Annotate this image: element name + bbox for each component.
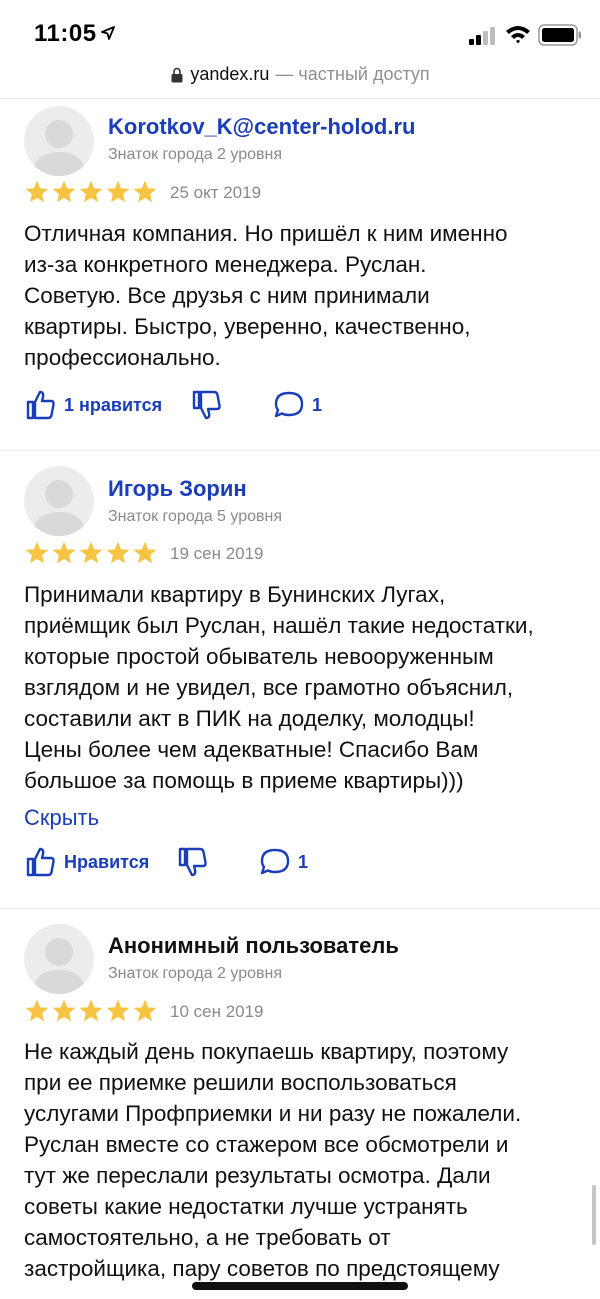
collapse-review-link[interactable]: Скрыть bbox=[24, 805, 99, 831]
wifi-icon bbox=[506, 26, 530, 44]
battery-icon bbox=[538, 24, 581, 46]
star-icon bbox=[133, 541, 157, 564]
star-icon bbox=[52, 180, 76, 203]
star-rating bbox=[24, 179, 158, 205]
review-text: Не каждый день покупаешь квартиру, поэто… bbox=[24, 1039, 522, 1281]
lock-icon bbox=[171, 67, 183, 82]
user-placeholder-icon bbox=[32, 120, 86, 176]
url-domain: yandex.ru bbox=[190, 64, 270, 84]
star-icon bbox=[25, 999, 49, 1022]
star-icon bbox=[133, 999, 157, 1022]
author-name: Анонимный пользователь bbox=[108, 933, 399, 958]
like-label: 1 нравится bbox=[64, 394, 163, 415]
user-placeholder-icon bbox=[32, 480, 86, 536]
divider bbox=[0, 98, 600, 99]
cellular-signal-icon bbox=[469, 27, 495, 45]
url-privacy-note: — частный доступ bbox=[275, 64, 430, 84]
review-actions: 1 нравится 1 bbox=[24, 388, 584, 428]
review-date: 19 сен 2019 bbox=[170, 544, 264, 563]
divider bbox=[0, 908, 600, 909]
author-level: Знаток города 5 уровня bbox=[108, 508, 283, 525]
review-text: Принимали квартиру в Бунинских Лугах, пр… bbox=[24, 582, 534, 793]
thumbs-up-icon bbox=[26, 390, 55, 420]
author-name-link[interactable]: Korotkov_K@center-holod.ru bbox=[108, 114, 415, 140]
comments-count: 1 bbox=[312, 394, 323, 415]
dislike-button[interactable] bbox=[176, 845, 210, 879]
star-icon bbox=[52, 999, 76, 1022]
review-text: Отличная компания. Но пришёл к ним именн… bbox=[24, 221, 508, 370]
review-date: 10 сен 2019 bbox=[170, 1002, 264, 1021]
avatar[interactable] bbox=[24, 106, 94, 176]
comments-button[interactable]: 1 bbox=[272, 388, 322, 422]
home-indicator[interactable] bbox=[192, 1282, 408, 1290]
star-icon bbox=[52, 541, 76, 564]
like-button[interactable]: Нравится bbox=[24, 845, 149, 879]
user-placeholder-icon bbox=[32, 938, 86, 994]
comment-bubble-icon bbox=[260, 848, 290, 875]
author-level: Знаток города 2 уровня bbox=[108, 146, 283, 163]
star-icon bbox=[106, 541, 130, 564]
comments-button[interactable]: 1 bbox=[258, 845, 308, 879]
status-time: 11:05 bbox=[34, 20, 97, 47]
address-bar[interactable]: yandex.ru — частный доступ bbox=[0, 58, 600, 98]
thumbs-down-icon bbox=[178, 847, 207, 877]
avatar[interactable] bbox=[24, 466, 94, 536]
star-icon bbox=[25, 541, 49, 564]
star-icon bbox=[133, 180, 157, 203]
comment-bubble-icon bbox=[274, 391, 304, 418]
scrollbar[interactable] bbox=[592, 1185, 596, 1245]
author-name-link[interactable]: Игорь Зорин bbox=[108, 476, 247, 502]
like-label: Нравится bbox=[64, 851, 150, 872]
star-rating bbox=[24, 540, 158, 566]
comments-count: 1 bbox=[298, 851, 309, 872]
star-icon bbox=[106, 999, 130, 1022]
divider bbox=[0, 450, 600, 451]
review-date: 25 окт 2019 bbox=[170, 183, 262, 202]
star-icon bbox=[25, 180, 49, 203]
author-level: Знаток города 2 уровня bbox=[108, 965, 283, 982]
thumbs-up-icon bbox=[26, 847, 55, 877]
star-icon bbox=[79, 541, 103, 564]
like-button[interactable]: 1 нравится bbox=[24, 388, 162, 422]
location-arrow-icon bbox=[101, 26, 115, 40]
star-icon bbox=[106, 180, 130, 203]
star-icon bbox=[79, 180, 103, 203]
thumbs-down-icon bbox=[192, 390, 221, 420]
star-rating bbox=[24, 998, 158, 1024]
status-bar: 11:05 bbox=[0, 0, 600, 58]
star-icon bbox=[79, 999, 103, 1022]
dislike-button[interactable] bbox=[190, 388, 224, 422]
avatar[interactable] bbox=[24, 924, 94, 994]
review-actions: Нравится 1 bbox=[24, 845, 584, 885]
